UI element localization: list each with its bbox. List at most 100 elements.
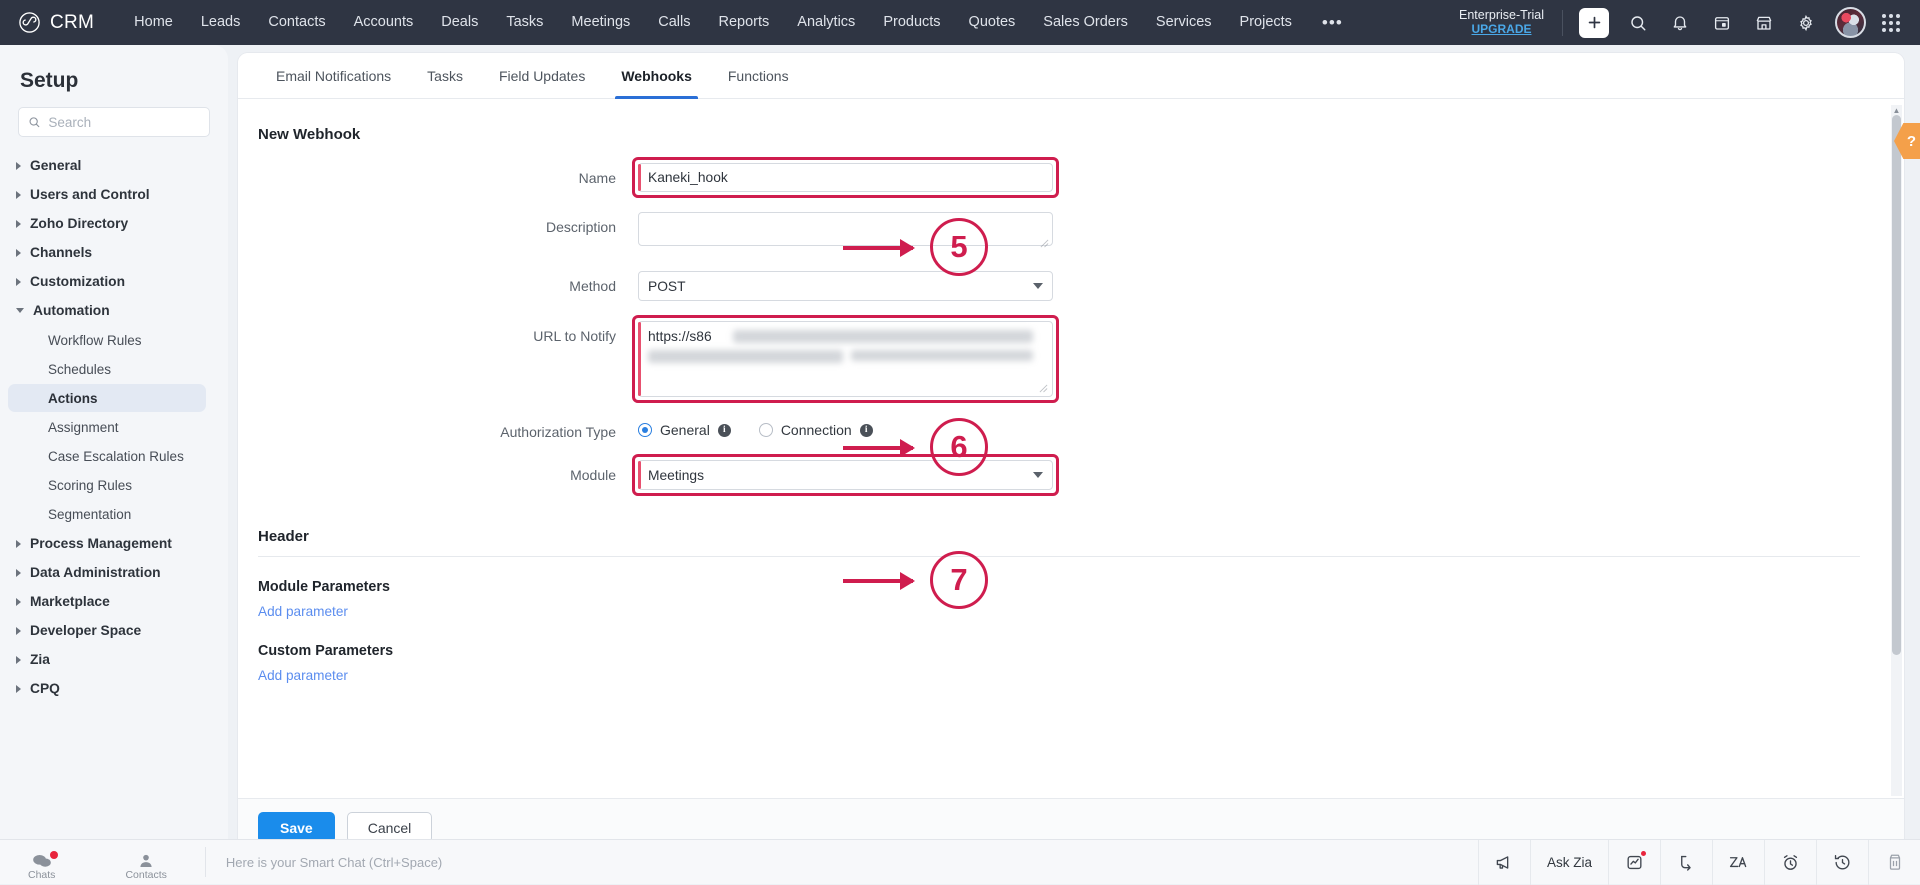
sidebar-group-customization[interactable]: Customization <box>0 267 228 296</box>
calendar-icon[interactable] <box>1705 6 1739 40</box>
chats-badge <box>50 851 58 859</box>
sidebar-item-case-escalation-rules[interactable]: Case Escalation Rules <box>8 442 206 470</box>
nav-item-reports[interactable]: Reports <box>705 0 784 45</box>
top-navigation-bar: CRM Home Leads Contacts Accounts Deals T… <box>0 0 1920 45</box>
sidebar-group-label: Customization <box>30 274 125 289</box>
help-question-icon: ? <box>1907 133 1916 150</box>
chevron-right-icon <box>16 598 21 606</box>
sidebar-item-segmentation[interactable]: Segmentation <box>8 500 206 528</box>
nav-item-services[interactable]: Services <box>1142 0 1226 45</box>
nav-item-quotes[interactable]: Quotes <box>955 0 1030 45</box>
divider <box>258 556 1860 557</box>
nav-more-icon[interactable]: ••• <box>1306 0 1359 45</box>
info-icon[interactable]: i <box>718 424 731 437</box>
new-webhook-form: New Webhook Name Description <box>238 100 1904 685</box>
avatar[interactable] <box>1835 7 1866 38</box>
sidebar-group-label: Channels <box>30 245 92 260</box>
sidebar-group-zia[interactable]: Zia <box>0 645 228 674</box>
nav-item-contacts[interactable]: Contacts <box>254 0 339 45</box>
sidebar-group-general[interactable]: General <box>0 151 228 180</box>
notification-dot <box>1641 851 1646 856</box>
search-icon[interactable] <box>1621 6 1655 40</box>
method-select[interactable]: POST <box>638 271 1053 301</box>
chevron-down-icon <box>1033 283 1043 289</box>
url-textarea[interactable]: https://s86 <box>638 321 1053 397</box>
sidebar-group-process-management[interactable]: Process Management <box>0 529 228 558</box>
sidebar-item-schedules[interactable]: Schedules <box>8 355 206 383</box>
webhook-form-body: New Webhook Name Description <box>238 100 1904 798</box>
flow-icon[interactable] <box>1660 840 1712 885</box>
nav-item-accounts[interactable]: Accounts <box>340 0 428 45</box>
sidebar-group-data-administration[interactable]: Data Administration <box>0 558 228 587</box>
tab-tasks[interactable]: Tasks <box>409 53 481 99</box>
nav-item-projects[interactable]: Projects <box>1226 0 1306 45</box>
bell-icon[interactable] <box>1663 6 1697 40</box>
nav-item-deals[interactable]: Deals <box>427 0 492 45</box>
sidebar-group-label: Developer Space <box>30 623 141 638</box>
brand-name: CRM <box>50 12 94 34</box>
radio-connection[interactable]: Connection i <box>759 422 873 438</box>
chart-icon[interactable] <box>1608 840 1660 885</box>
sidebar-group-marketplace[interactable]: Marketplace <box>0 587 228 616</box>
module-parameters-title: Module Parameters <box>258 579 1860 595</box>
description-textarea[interactable] <box>638 212 1053 246</box>
name-input[interactable] <box>638 163 1053 192</box>
smart-chat-hint[interactable]: Here is your Smart Chat (Ctrl+Space) <box>206 855 442 870</box>
chevron-right-icon <box>16 627 21 635</box>
tab-field-updates[interactable]: Field Updates <box>481 53 603 99</box>
sidebar-group-users-and-control[interactable]: Users and Control <box>0 180 228 209</box>
module-select[interactable]: Meetings <box>638 460 1053 490</box>
store-icon[interactable] <box>1747 6 1781 40</box>
sidebar-group-developer-space[interactable]: Developer Space <box>0 616 228 645</box>
field-row-description: Description <box>238 212 1904 251</box>
nav-item-home[interactable]: Home <box>120 0 187 45</box>
sidebar-group-automation[interactable]: Automation <box>0 296 228 325</box>
chats-tab[interactable]: Chats <box>28 853 55 885</box>
nav-item-tasks[interactable]: Tasks <box>492 0 557 45</box>
plus-icon[interactable] <box>1579 8 1609 38</box>
module-add-parameter-link[interactable]: Add parameter <box>258 604 348 619</box>
nav-item-sales-orders[interactable]: Sales Orders <box>1029 0 1142 45</box>
url-value-text: https://s86 <box>648 329 712 344</box>
sidebar-search-box[interactable] <box>18 107 210 137</box>
nav-item-calls[interactable]: Calls <box>644 0 704 45</box>
trial-status: Enterprise-Trial UPGRADE <box>1459 8 1560 36</box>
megaphone-icon[interactable] <box>1478 840 1530 885</box>
nav-item-meetings[interactable]: Meetings <box>557 0 644 45</box>
sidebar-group-cpq[interactable]: CPQ <box>0 674 228 703</box>
info-icon[interactable]: i <box>860 424 873 437</box>
header-section-title: Header <box>258 528 1860 545</box>
sidebar-group-zoho-directory[interactable]: Zoho Directory <box>0 209 228 238</box>
brand-logo-group[interactable]: CRM <box>18 11 94 34</box>
tab-functions[interactable]: Functions <box>710 53 807 99</box>
custom-add-parameter-link[interactable]: Add parameter <box>258 668 348 683</box>
scrollbar-thumb[interactable] <box>1892 115 1901 655</box>
ask-zia-button[interactable]: Ask Zia <box>1530 840 1608 885</box>
contacts-tab[interactable]: Contacts <box>125 853 166 885</box>
tab-webhooks[interactable]: Webhooks <box>603 53 710 99</box>
sidebar-group-channels[interactable]: Channels <box>0 238 228 267</box>
app-grid-icon[interactable] <box>1882 14 1900 32</box>
tab-email-notifications[interactable]: Email Notifications <box>258 53 409 99</box>
nav-item-products[interactable]: Products <box>869 0 954 45</box>
sidebar-item-scoring-rules[interactable]: Scoring Rules <box>8 471 206 499</box>
vertical-scrollbar[interactable]: ▲ <box>1891 105 1902 796</box>
sidebar-item-assignment[interactable]: Assignment <box>8 413 206 441</box>
sidebar-group-label: Process Management <box>30 536 172 551</box>
history-icon[interactable] <box>1816 840 1868 885</box>
sidebar-item-workflow-rules[interactable]: Workflow Rules <box>8 326 206 354</box>
upgrade-link[interactable]: UPGRADE <box>1459 23 1544 37</box>
authorization-field-control: General i Connection i <box>638 417 873 438</box>
scroll-up-arrow[interactable]: ▲ <box>1891 106 1902 115</box>
alarm-icon[interactable] <box>1764 840 1816 885</box>
radio-general[interactable]: General i <box>638 422 731 438</box>
nav-item-leads[interactable]: Leads <box>187 0 255 45</box>
app-shell: Setup General Users and Control Zoho Dir… <box>0 45 1920 884</box>
search-input[interactable] <box>48 115 200 130</box>
sidebar-item-actions[interactable]: Actions <box>8 384 206 412</box>
bottom-status-bar: Chats Contacts Here is your Smart Chat (… <box>0 839 1920 884</box>
zia-icon[interactable] <box>1712 840 1764 885</box>
nav-item-analytics[interactable]: Analytics <box>783 0 869 45</box>
trash-icon[interactable] <box>1868 840 1920 885</box>
gear-icon[interactable] <box>1789 6 1823 40</box>
